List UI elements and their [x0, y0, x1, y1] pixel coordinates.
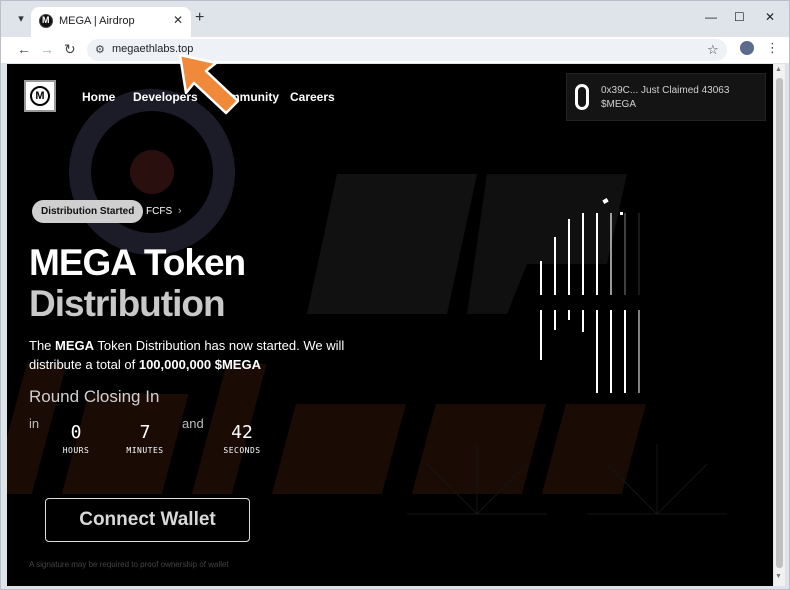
page-title: MEGA Token Distribution — [29, 242, 246, 324]
countdown-hours: 0 HOURS — [46, 422, 106, 455]
hours-label: HOURS — [62, 446, 90, 455]
in-label: in — [29, 416, 40, 431]
site-favicon-icon — [39, 14, 53, 28]
countdown-minutes: 7 MINUTES — [115, 422, 175, 455]
fcfs-link[interactable]: FCFS — [146, 206, 172, 217]
tab-search-chevron-icon[interactable]: ▾ — [11, 9, 31, 29]
scroll-down-icon[interactable]: ▼ — [775, 573, 782, 580]
nav-careers[interactable]: Careers — [290, 90, 335, 104]
browser-window: ▾ MEGA | Airdrop ✕ + — ☐ ✕ ← → ↻ ⚙ megae… — [0, 0, 790, 590]
maximize-icon[interactable]: ☐ — [734, 10, 745, 24]
nav-home[interactable]: Home — [82, 90, 115, 104]
title-line-1: MEGA Token — [29, 242, 246, 283]
and-label: and — [182, 416, 204, 431]
chevron-right-icon: › — [178, 205, 182, 217]
bar-mark — [596, 213, 598, 295]
bar-mark — [540, 261, 542, 295]
browser-toolbar: ← → ↻ ⚙ megaethlabs.top ☆ ⋮ — [1, 37, 789, 63]
countdown-seconds: 42 SECONDS — [212, 422, 272, 455]
bar-mark — [554, 237, 556, 295]
desc-bold-mega: MEGA — [55, 338, 95, 353]
page-scrollbar[interactable]: ▲ ▼ — [774, 64, 785, 586]
bar-mark — [638, 310, 640, 393]
tab-title: MEGA | Airdrop — [59, 15, 135, 27]
mega-logo[interactable]: M — [24, 80, 56, 112]
bar-mark — [568, 310, 570, 320]
claim-text: 0x39C... Just Claimed 43063 $MEGA — [601, 85, 730, 110]
bar-mark — [540, 310, 542, 360]
decorative-bars-graphic — [535, 198, 655, 399]
tab-close-icon[interactable]: ✕ — [173, 13, 183, 27]
minutes-value: 7 — [139, 422, 151, 443]
logo-letter: M — [30, 86, 50, 106]
round-closing-label: Round Closing In — [29, 387, 160, 406]
browser-menu-icon[interactable]: ⋮ — [766, 41, 779, 55]
signature-note: A signature may be required to proof own… — [29, 560, 229, 569]
link-chain-icon — [575, 84, 589, 110]
orange-pointer-arrow-icon — [178, 53, 240, 115]
tab-active[interactable]: MEGA | Airdrop ✕ — [31, 7, 191, 37]
distribution-description: The MEGA Token Distribution has now star… — [29, 336, 349, 374]
bar-mark — [582, 213, 584, 295]
minimize-icon[interactable]: — — [705, 10, 717, 24]
scroll-thumb[interactable] — [776, 78, 783, 568]
bar-mark — [638, 213, 640, 295]
desc-bold-amount: 100,000,000 $MEGA — [138, 357, 261, 372]
reload-icon[interactable]: ↻ — [64, 41, 76, 57]
web-page: M Home Developers Community Careers 0x39… — [7, 64, 773, 586]
hours-value: 0 — [70, 422, 82, 443]
close-window-icon[interactable]: ✕ — [765, 10, 775, 24]
scroll-up-icon[interactable]: ▲ — [775, 66, 782, 73]
seconds-label: SECONDS — [223, 446, 261, 455]
new-tab-plus-icon[interactable]: + — [195, 10, 204, 26]
title-line-2: Distribution — [29, 283, 226, 324]
site-info-icon[interactable]: ⚙ — [95, 43, 105, 56]
bar-mark — [610, 213, 612, 295]
seconds-value: 42 — [231, 422, 253, 443]
connect-wallet-button[interactable]: Connect Wallet — [45, 498, 250, 542]
back-arrow-icon[interactable]: ← — [17, 41, 31, 57]
claim-notification: 0x39C... Just Claimed 43063 $MEGA — [566, 73, 766, 121]
bar-mark — [596, 310, 598, 393]
forward-arrow-icon[interactable]: → — [40, 41, 54, 57]
sparkle-mark — [620, 212, 623, 215]
bar-mark — [624, 310, 626, 393]
bar-mark — [582, 310, 584, 332]
bar-mark — [568, 219, 570, 295]
desc-text-1: The — [29, 338, 56, 353]
bar-mark — [624, 213, 626, 295]
tab-strip: ▾ MEGA | Airdrop ✕ + — ☐ ✕ — [1, 1, 789, 37]
bookmark-star-icon[interactable]: ☆ — [707, 42, 719, 58]
bar-mark — [554, 310, 556, 330]
minutes-label: MINUTES — [126, 446, 164, 455]
distribution-status-badge: Distribution Started — [32, 200, 144, 223]
sparkle-mark — [602, 198, 609, 204]
profile-avatar-icon[interactable] — [740, 41, 754, 55]
bar-mark — [610, 310, 612, 393]
